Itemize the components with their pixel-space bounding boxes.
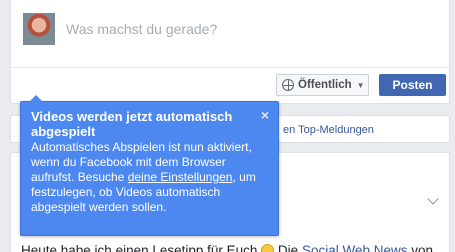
settings-link[interactable]: deine Einstellungen: [128, 170, 233, 184]
story-text-after: von: [407, 243, 434, 252]
privacy-label: Öffentlich: [298, 79, 352, 91]
story-text-middle: Die: [274, 243, 302, 252]
post-button[interactable]: Posten: [379, 74, 446, 96]
avatar[interactable]: [23, 13, 55, 45]
status-input[interactable]: Was machst du gerade?: [66, 21, 217, 37]
story-text-before: Heute habe ich einen Lesetipp für Euch: [21, 243, 262, 252]
smiley-emoji-icon: [261, 244, 275, 252]
story-page-link[interactable]: Social Web News: [302, 243, 408, 252]
composer-divider: [11, 67, 449, 68]
autoplay-notice-tooltip: Videos werden jetzt automatisch abgespie…: [20, 95, 279, 236]
caret-down-icon: ▼: [356, 80, 365, 90]
status-composer: Was machst du gerade? Öffentlich ▼ Poste…: [10, 0, 450, 104]
top-news-link[interactable]: en Top-Meldungen: [283, 124, 374, 136]
privacy-selector-button[interactable]: Öffentlich ▼: [276, 74, 369, 96]
globe-icon: [282, 79, 294, 91]
tooltip-title: Videos werden jetzt automatisch abgespie…: [31, 109, 233, 139]
tooltip-body: Automatisches Abspielen ist nun aktivier…: [31, 140, 266, 215]
chevron-down-icon[interactable]: [427, 193, 439, 205]
tooltip-arrow: [29, 95, 43, 102]
close-icon[interactable]: ×: [261, 108, 269, 122]
story-text: Heute habe ich einen Lesetipp für Euch D…: [21, 243, 433, 252]
